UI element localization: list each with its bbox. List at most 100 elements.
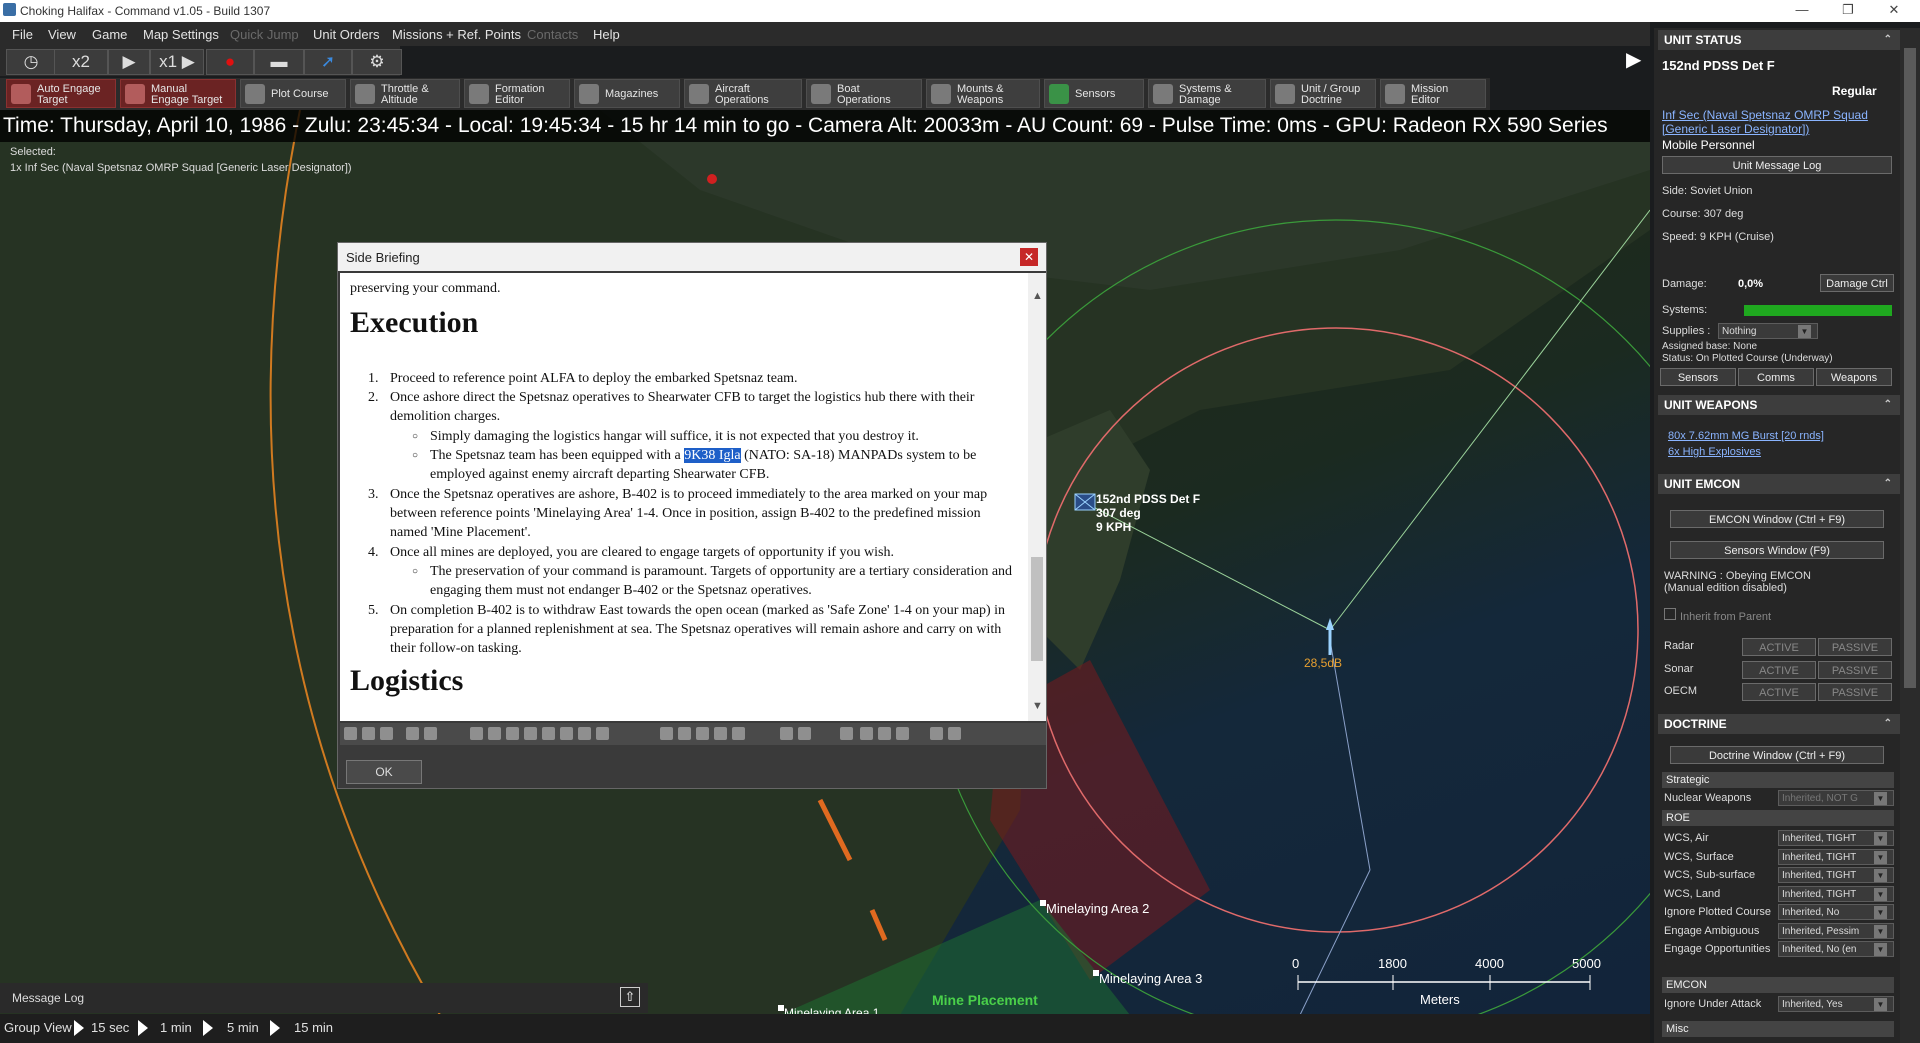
- font-color-icon[interactable]: [560, 727, 573, 740]
- gear-icon[interactable]: ⚙: [352, 49, 402, 75]
- clock-icon[interactable]: ◷: [6, 49, 56, 75]
- image-icon[interactable]: [878, 727, 891, 740]
- unit-class-link[interactable]: Inf Sec (Naval Spetsnaz OMRP Squad [Gener…: [1662, 108, 1868, 136]
- align-center-icon[interactable]: [678, 727, 691, 740]
- menu-unit-orders[interactable]: Unit Orders: [313, 27, 379, 42]
- collapse-icon[interactable]: ⌃: [1884, 714, 1892, 734]
- menu-map-settings[interactable]: Map Settings: [143, 27, 219, 42]
- redo-icon[interactable]: [424, 727, 437, 740]
- play-rate-button[interactable]: x1 ▶: [150, 49, 204, 75]
- play-icon[interactable]: ▶: [108, 49, 150, 75]
- list-icon[interactable]: [732, 727, 745, 740]
- oecm-active-button[interactable]: ACTIVE: [1742, 683, 1816, 701]
- auto-engage-target-button[interactable]: Auto Engage Target: [6, 79, 116, 108]
- nuclear-weapons-select[interactable]: Inherited, NOT G ▼: [1778, 790, 1894, 806]
- unit-message-log-button[interactable]: Unit Message Log: [1662, 156, 1892, 174]
- unit-group-doctrine-button[interactable]: Unit / Group Doctrine: [1270, 79, 1376, 108]
- oecm-passive-button[interactable]: PASSIVE: [1818, 683, 1892, 701]
- unit-status-header[interactable]: UNIT STATUS ⌃: [1658, 30, 1900, 50]
- aircraft-operations-button[interactable]: Aircraft Operations: [684, 79, 802, 108]
- weapon-link-explosives[interactable]: 6x High Explosives: [1668, 446, 1761, 458]
- close-window-button[interactable]: ✕: [1874, 2, 1914, 18]
- roe-row-select[interactable]: Inherited, No ▼: [1778, 904, 1894, 920]
- link-icon[interactable]: [896, 727, 909, 740]
- minimize-button[interactable]: —: [1782, 2, 1822, 17]
- doc-scrollbar[interactable]: ▲ ▼: [1028, 273, 1046, 721]
- boat-operations-button[interactable]: Boat Operations: [806, 79, 922, 108]
- ignore-under-attack-select[interactable]: Inherited, Yes ▼: [1778, 996, 1894, 1012]
- underline-icon[interactable]: [488, 727, 501, 740]
- tab-sensors[interactable]: Sensors: [1660, 368, 1736, 386]
- dialog-close-button[interactable]: ✕: [1020, 248, 1038, 266]
- play-arrow-icon[interactable]: [203, 1020, 213, 1036]
- copy-icon[interactable]: [362, 727, 375, 740]
- formation-icon[interactable]: ▬: [254, 49, 304, 75]
- emcon-window-button[interactable]: EMCON Window (Ctrl + F9): [1670, 510, 1884, 528]
- mission-editor-button[interactable]: Mission Editor: [1380, 79, 1486, 108]
- interval-15sec[interactable]: 15 sec: [91, 1020, 129, 1035]
- outdent-icon[interactable]: [798, 727, 811, 740]
- highlighted-text[interactable]: 9K38 Igla: [684, 448, 741, 463]
- roe-row-select[interactable]: Inherited, TIGHT ▼: [1778, 885, 1894, 902]
- systems-damage-button[interactable]: Systems & Damage: [1148, 79, 1266, 108]
- sensors-window-button[interactable]: Sensors Window (F9): [1670, 541, 1884, 559]
- font-icon[interactable]: [542, 727, 555, 740]
- paste-icon[interactable]: [380, 727, 393, 740]
- table-icon[interactable]: [860, 727, 873, 740]
- roe-row-select[interactable]: Inherited, Pessim ▼: [1778, 922, 1894, 939]
- align-left-icon[interactable]: [660, 727, 673, 740]
- record-icon[interactable]: ●: [206, 49, 254, 75]
- indent-icon[interactable]: [780, 727, 793, 740]
- print-icon[interactable]: [948, 727, 961, 740]
- sonar-passive-button[interactable]: PASSIVE: [1818, 661, 1892, 679]
- formation-editor-button[interactable]: Formation Editor: [464, 79, 570, 108]
- justify-icon[interactable]: [714, 727, 727, 740]
- strikethrough-icon[interactable]: [524, 727, 537, 740]
- scroll-thumb[interactable]: [1031, 557, 1043, 661]
- menu-file[interactable]: File: [12, 27, 33, 42]
- sonar-active-button[interactable]: ACTIVE: [1742, 661, 1816, 679]
- supplies-select[interactable]: Nothing ▼: [1718, 323, 1818, 339]
- roe-row-select[interactable]: Inherited, TIGHT ▼: [1778, 830, 1894, 846]
- collapse-icon[interactable]: ⌃: [1884, 395, 1892, 415]
- font-size-down-icon[interactable]: [596, 727, 609, 740]
- scroll-down-icon[interactable]: ▼: [1032, 697, 1043, 716]
- cut-icon[interactable]: [344, 727, 357, 740]
- menu-missions[interactable]: Missions + Ref. Points: [392, 27, 521, 42]
- magazines-button[interactable]: Magazines: [574, 79, 680, 108]
- scroll-up-icon[interactable]: ▲: [1032, 287, 1043, 306]
- weapon-link-mg[interactable]: 80x 7.62mm MG Burst [20 rnds]: [1668, 430, 1824, 442]
- interval-15min[interactable]: 15 min: [294, 1020, 333, 1035]
- sensors-button[interactable]: Sensors: [1044, 79, 1144, 108]
- menu-game[interactable]: Game: [92, 27, 127, 42]
- panel-scroll-thumb[interactable]: [1904, 48, 1916, 688]
- damage-control-button[interactable]: Damage Ctrl: [1820, 274, 1894, 292]
- roe-row-select[interactable]: Inherited, TIGHT ▼: [1778, 867, 1894, 883]
- ok-button[interactable]: OK: [346, 760, 422, 784]
- panel-scrollbar[interactable]: [1900, 28, 1920, 1043]
- italic-icon[interactable]: [506, 727, 519, 740]
- radar-passive-button[interactable]: PASSIVE: [1818, 638, 1892, 656]
- panel-toggle-icon[interactable]: ▶: [1626, 47, 1650, 71]
- rule-icon[interactable]: [840, 727, 853, 740]
- maximize-button[interactable]: ❐: [1828, 2, 1868, 18]
- mounts-weapons-button[interactable]: Mounts & Weapons: [926, 79, 1040, 108]
- manual-engage-target-button[interactable]: Manual Engage Target: [120, 79, 236, 108]
- inherit-checkbox[interactable]: Inherit from Parent: [1664, 608, 1771, 623]
- menu-help[interactable]: Help: [593, 27, 620, 42]
- message-log-bar[interactable]: Message Log ⇧: [0, 983, 648, 1013]
- find-icon[interactable]: [930, 727, 943, 740]
- briefing-document[interactable]: preserving your command. Execution 1. Pro…: [340, 273, 1046, 721]
- throttle-altitude-button[interactable]: Throttle & Altitude: [350, 79, 460, 108]
- doctrine-header[interactable]: DOCTRINE ⌃: [1658, 714, 1900, 734]
- plot-course-button[interactable]: Plot Course: [240, 79, 346, 108]
- interval-1min[interactable]: 1 min: [160, 1020, 192, 1035]
- marker-red[interactable]: [707, 174, 717, 184]
- font-size-up-icon[interactable]: [578, 727, 591, 740]
- tab-weapons[interactable]: Weapons: [1816, 368, 1892, 386]
- roe-row-select[interactable]: Inherited, TIGHT ▼: [1778, 848, 1894, 865]
- undo-icon[interactable]: [406, 727, 419, 740]
- doctrine-window-button[interactable]: Doctrine Window (Ctrl + F9): [1670, 746, 1884, 764]
- expand-log-icon[interactable]: ⇧: [620, 987, 640, 1007]
- collapse-icon[interactable]: ⌃: [1884, 474, 1892, 494]
